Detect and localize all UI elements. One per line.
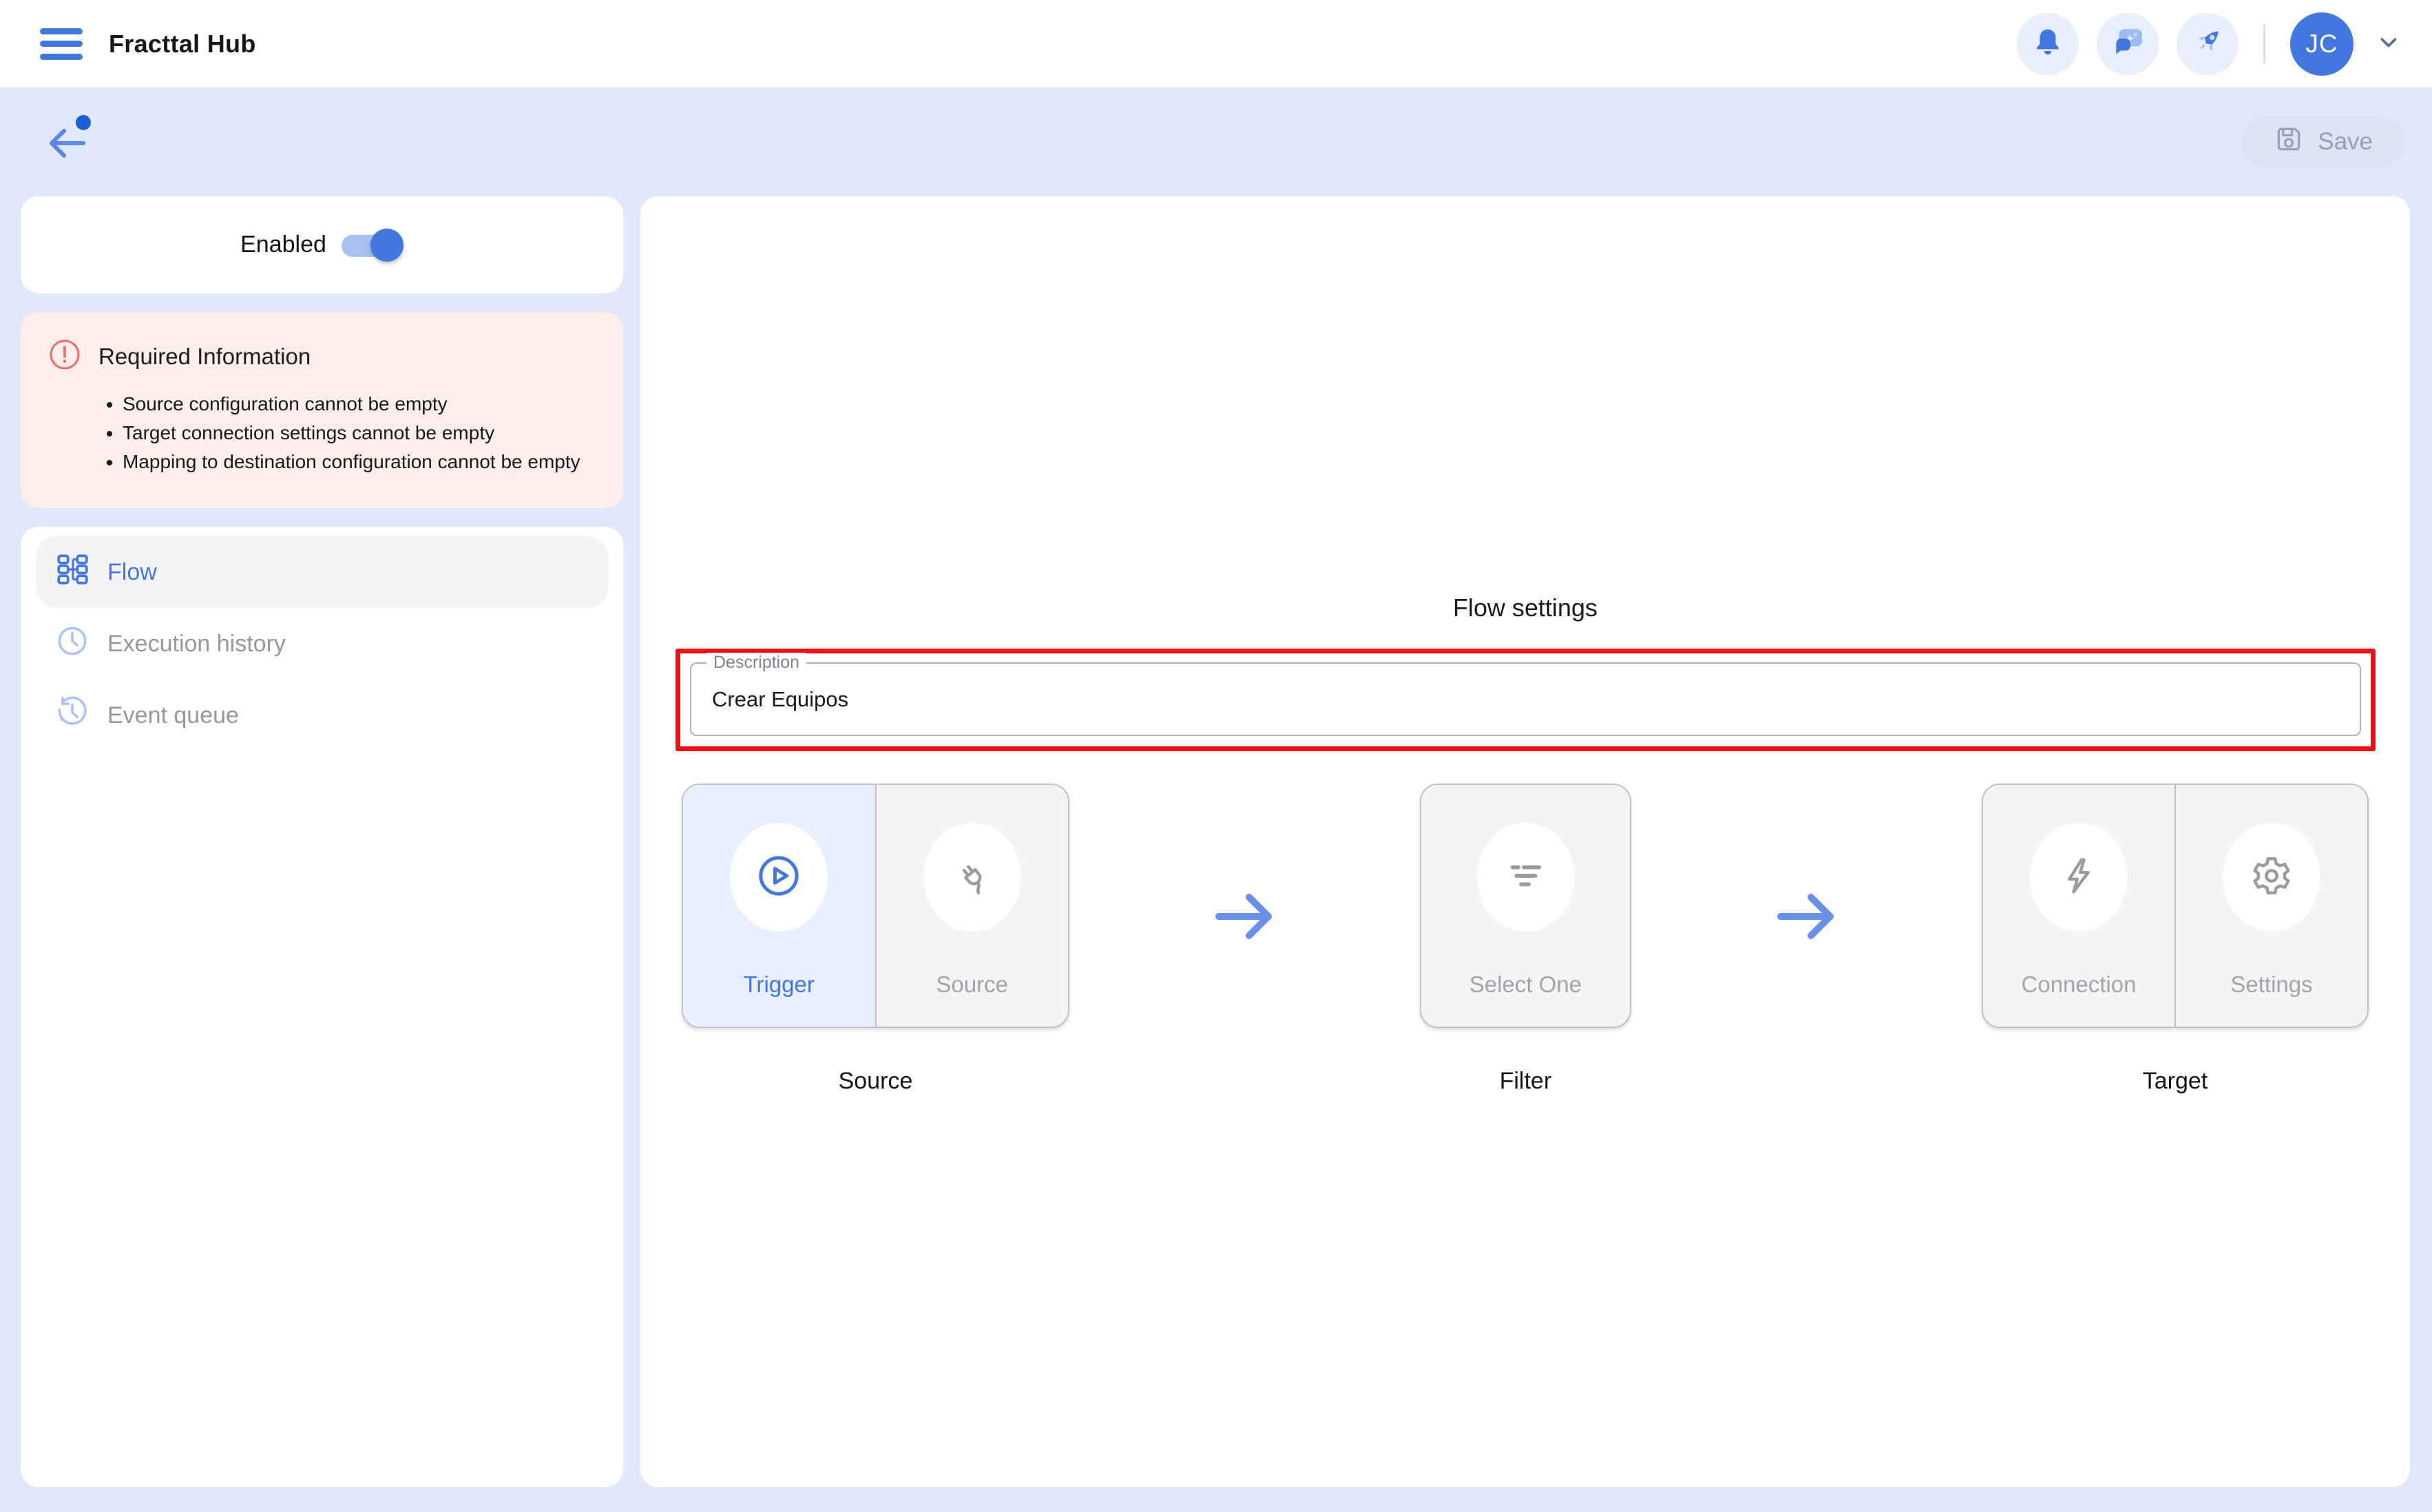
content: Enabled Required Information Source conf…	[0, 196, 2432, 1512]
gear-icon	[2249, 853, 2294, 902]
unsaved-indicator-dot	[76, 115, 91, 130]
clock-icon	[55, 624, 90, 664]
option-label: Connection	[2021, 972, 2137, 997]
alert-item: Source configuration cannot be empty	[123, 390, 596, 419]
flow-step-label: Source	[838, 1068, 913, 1094]
sidebar: Enabled Required Information Source conf…	[21, 196, 623, 1487]
save-button-label: Save	[2318, 128, 2373, 155]
app-header: Fracttal Hub JC	[0, 0, 2432, 87]
sidebar-item-label: Execution history	[107, 630, 286, 657]
source-trigger-option[interactable]: Trigger	[683, 785, 875, 1027]
chevron-down-icon[interactable]	[2376, 29, 2402, 59]
lightning-icon	[2056, 853, 2101, 902]
page-toolbar: Save	[0, 87, 2432, 196]
option-label: Trigger	[743, 972, 815, 997]
app-title: Fracttal Hub	[109, 29, 256, 58]
sidebar-nav: Flow Execution history Event queue	[21, 527, 623, 1487]
filter-select-option[interactable]: Select One	[1421, 785, 1630, 1027]
filter-icon	[1503, 853, 1549, 902]
flow-settings-panel: Flow settings Description Crear Equipos …	[640, 196, 2410, 1487]
option-label: Select One	[1469, 972, 1582, 997]
notifications-button[interactable]	[2017, 12, 2079, 75]
alert-item: Target connection settings cannot be emp…	[123, 419, 596, 448]
description-field-label: Description	[706, 653, 807, 673]
arrow-right-icon	[1210, 882, 1279, 954]
description-input[interactable]	[691, 686, 2360, 712]
sidebar-item-label: Flow	[107, 558, 157, 585]
alert-item: Mapping to destination configuration can…	[123, 448, 596, 476]
target-connection-option[interactable]: Connection	[1983, 785, 2174, 1027]
back-button[interactable]	[36, 112, 95, 171]
sidebar-item-event-queue[interactable]: Event queue	[36, 680, 608, 751]
rocket-icon	[2190, 25, 2225, 63]
panel-title: Flow settings	[1452, 594, 1598, 622]
description-field: Description	[690, 653, 2361, 736]
enabled-toggle[interactable]	[341, 228, 403, 262]
header-divider	[2263, 23, 2265, 64]
launch-button[interactable]	[2177, 12, 2239, 75]
sidebar-item-flow[interactable]: Flow	[36, 536, 608, 608]
assistant-chat-sparkles-icon	[2110, 25, 2145, 63]
source-source-option[interactable]: Source	[874, 785, 1069, 1027]
red-highlight-annotation: Description	[675, 649, 2376, 751]
sidebar-item-label: Event queue	[107, 702, 239, 728]
flow-step-label: Target	[2142, 1068, 2208, 1094]
workflow-icon	[55, 552, 90, 593]
error-exclamation-icon	[48, 338, 81, 375]
notifications-bell-icon	[2032, 26, 2064, 61]
history-clock-icon	[55, 695, 90, 736]
flow-step-source: Trigger Source Source	[682, 784, 1069, 1095]
menu-icon[interactable]	[40, 28, 83, 60]
assistant-button[interactable]	[2097, 12, 2159, 75]
flow-diagram: Trigger Source Source Select One Filter …	[640, 784, 2410, 1095]
avatar[interactable]: JC	[2290, 12, 2354, 76]
save-floppy-icon	[2274, 124, 2304, 160]
arrow-right-icon	[1772, 882, 1841, 954]
option-label: Settings	[2230, 972, 2313, 997]
flow-step-target: Connection Settings Target	[1982, 784, 2369, 1095]
save-button[interactable]: Save	[2242, 116, 2404, 167]
enabled-label: Enabled	[240, 231, 326, 258]
sidebar-item-execution-history[interactable]: Execution history	[36, 608, 608, 680]
alert-title: Required Information	[98, 343, 311, 369]
plug-icon	[950, 853, 995, 902]
target-settings-option[interactable]: Settings	[2174, 785, 2367, 1027]
header-actions: JC	[2017, 12, 2402, 76]
alert-list: Source configuration cannot be empty Tar…	[48, 390, 596, 476]
required-information-alert: Required Information Source configuratio…	[21, 312, 623, 508]
flow-step-label: Filter	[1499, 1068, 1552, 1094]
option-label: Source	[936, 972, 1009, 997]
flow-step-filter: Select One Filter	[1420, 784, 1631, 1095]
play-circle-icon	[756, 853, 801, 902]
enabled-card: Enabled	[21, 196, 623, 293]
